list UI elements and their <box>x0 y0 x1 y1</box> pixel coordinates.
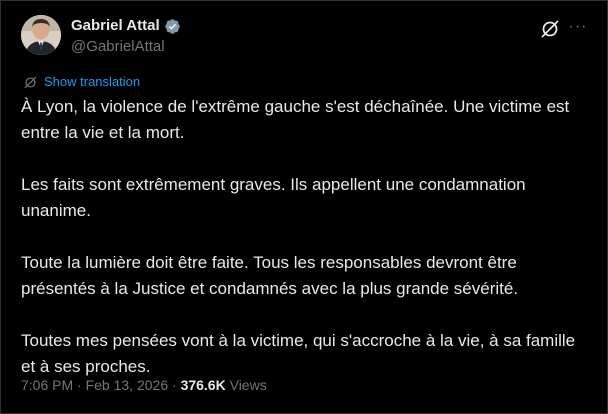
avatar[interactable] <box>21 15 61 55</box>
author-display-name[interactable]: Gabriel Attal <box>71 16 160 36</box>
grok-icon[interactable] <box>539 18 561 40</box>
tweet-date[interactable]: Feb 13, 2026 <box>86 377 169 393</box>
tweet-paragraph: Toutes mes pensées vont à la victime, qu… <box>21 331 576 376</box>
translate-icon <box>23 75 38 90</box>
tweet-paragraph: Toute la lumière doit être faite. Tous l… <box>21 253 519 298</box>
verified-badge-icon[interactable] <box>164 18 181 35</box>
meta-separator: · <box>172 377 181 393</box>
show-translation-link[interactable]: Show translation <box>44 74 140 90</box>
tweet-time[interactable]: 7:06 PM <box>21 377 73 393</box>
views-label: Views <box>229 377 267 393</box>
views-count[interactable]: 376.6K <box>181 377 226 393</box>
more-options-button[interactable]: ··· <box>567 16 589 38</box>
tweet-text: À Lyon, la violence de l'extrême gauche … <box>21 94 593 380</box>
tweet-paragraph: À Lyon, la violence de l'extrême gauche … <box>21 97 570 142</box>
avatar-photo <box>21 15 61 55</box>
tweet-card: Gabriel Attal @GabrielAttal ··· Show tra… <box>0 0 608 414</box>
show-translation-row[interactable]: Show translation <box>23 74 140 90</box>
author-name-row[interactable]: Gabriel Attal <box>71 16 181 36</box>
meta-separator: · <box>77 377 86 393</box>
tweet-meta: 7:06 PM · Feb 13, 2026 · 376.6K Views <box>21 375 267 395</box>
author-handle[interactable]: @GabrielAttal <box>71 37 165 57</box>
tweet-paragraph: Les faits sont extrêmement graves. Ils a… <box>21 175 526 220</box>
